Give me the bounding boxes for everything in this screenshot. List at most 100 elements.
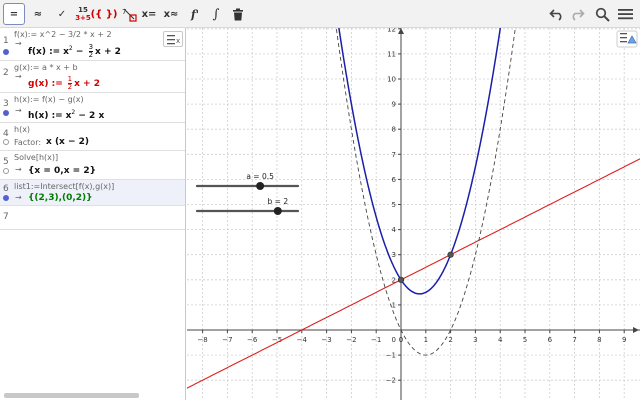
arrow-icon: →	[15, 72, 22, 81]
graphics-style-button[interactable]	[616, 30, 638, 48]
graphics-view[interactable]: −8 −7 −6 −5 −4 −3 −2 −1 0 1 2 3 4 5 6 7 8 9 −2 −1 1 2 3 4 5 6 7 8 9 1…	[187, 28, 640, 400]
integral-button[interactable]: ∫	[205, 3, 227, 25]
row-output: {(2,3),(0,2)}	[28, 193, 93, 203]
y-tick-label: 5	[392, 201, 396, 209]
row-number: 4	[3, 129, 9, 139]
search-button[interactable]	[591, 3, 613, 25]
redo-icon	[572, 9, 585, 21]
menu-button[interactable]	[614, 3, 636, 25]
keep-input-button[interactable]: 7	[118, 3, 140, 25]
visibility-toggle[interactable]	[3, 168, 9, 174]
derivative-button[interactable]: f'	[184, 3, 206, 25]
axes	[187, 28, 640, 400]
equals-icon: =	[9, 8, 19, 20]
slider-knob[interactable]	[256, 182, 265, 190]
row-input[interactable]: Solve[h(x)]	[14, 153, 58, 162]
sliders[interactable]: a = 0.5 b = 2	[195, 172, 300, 215]
delete-button[interactable]	[227, 3, 249, 25]
undo-button[interactable]	[546, 3, 568, 25]
graphics-canvas[interactable]: −8 −7 −6 −5 −4 −3 −2 −1 0 1 2 3 4 5 6 7 8 9−2−11234567891…	[187, 28, 640, 400]
intersection-point	[397, 276, 405, 283]
x-tick-label: 5	[523, 336, 527, 344]
x-axis-arrow	[633, 327, 639, 333]
undo-icon	[549, 9, 562, 21]
x-tick-label: −2	[346, 336, 356, 344]
curve-f	[338, 28, 502, 295]
algebra-input-row[interactable]: 7	[0, 206, 185, 230]
numeric-bottom: 3+5	[75, 14, 91, 22]
algebra-row-5[interactable]: 5 Solve[h(x)] → {x = 0,x = 2}	[0, 151, 185, 180]
slider-b[interactable]: b = 2	[195, 197, 300, 215]
visibility-toggle[interactable]	[3, 49, 9, 55]
x-tick-label: −7	[222, 336, 232, 344]
visibility-toggle[interactable]	[3, 195, 9, 201]
solve-button[interactable]: x=	[138, 3, 160, 25]
row-number: 7	[3, 212, 9, 222]
checkmark-icon: ✓	[57, 8, 67, 20]
output-tail: − 2 x	[75, 111, 105, 121]
slider-a[interactable]: a = 0.5	[195, 172, 300, 190]
x-tick-label: −8	[197, 336, 207, 344]
horizontal-scrollbar[interactable]	[4, 393, 139, 398]
row-output: {x = 0,x = 2}	[28, 166, 96, 176]
integral-icon: ∫	[212, 6, 220, 22]
row-input[interactable]: h(x):= f(x) − g(x)	[14, 95, 84, 104]
toolbar: = ≈ ✓ 15 3+5 ({ }) 7 x= x≈ f' ∫	[0, 0, 640, 28]
algebra-row-2[interactable]: 2 g(x):= a * x + b → g(x) := 12x + 2	[0, 61, 185, 93]
x-tick-label: 1	[424, 336, 428, 344]
braces-icon: ({ })	[90, 8, 118, 20]
algebra-view: x 1 f(x):= x^2 − 3/2 * x + 2 → f(x) := x…	[0, 28, 186, 400]
row-number: 1	[3, 36, 9, 46]
keep-input-icon: 7	[122, 8, 137, 22]
y-tick-label: 3	[392, 251, 396, 259]
row-number: 6	[3, 184, 9, 194]
slider-knob[interactable]	[273, 207, 282, 215]
output-value: {(2,3),(0,2)}	[28, 193, 93, 203]
x-tick-label: 2	[448, 336, 452, 344]
visibility-toggle[interactable]	[3, 139, 9, 145]
substitute-button[interactable]: ({ })	[90, 3, 118, 25]
intersection-point	[447, 251, 454, 258]
row-output: g(x) := 12x + 2	[28, 76, 100, 91]
row-output: f(x) := x2 − 32x + 2	[28, 44, 121, 59]
nsolve-button[interactable]: x≈	[160, 3, 182, 25]
factor-label: Factor:	[14, 138, 42, 147]
redo-button[interactable]	[566, 3, 588, 25]
slider-label: a = 0.5	[246, 172, 274, 181]
row-input[interactable]: list1:=Intersect[f(x),g(x)]	[14, 182, 114, 191]
grid	[187, 28, 640, 400]
solve-icon: x=	[141, 8, 157, 20]
algebra-row-6[interactable]: 6 list1:=Intersect[f(x),g(x)] → {(2,3),(…	[0, 180, 185, 206]
slider-label: b = 2	[268, 197, 289, 206]
fraction-denominator: 2	[88, 51, 94, 59]
trash-icon	[233, 8, 243, 20]
x-tick-label: 8	[597, 336, 601, 344]
algebra-row-3[interactable]: 3 h(x):= f(x) − g(x) → h(x) := x2 − 2 x	[0, 93, 185, 123]
output-tail: x + 2	[74, 79, 100, 89]
fraction-denominator: 2	[67, 83, 73, 91]
y-tick-label: −1	[386, 352, 396, 360]
curve-g	[187, 158, 640, 389]
row-number: 3	[3, 99, 9, 109]
row-input[interactable]: g(x):= a * x + b	[14, 63, 78, 72]
y-tick-label: −2	[386, 377, 396, 385]
y-tick-label: 1	[392, 301, 396, 309]
algebra-row-1[interactable]: 1 f(x):= x^2 − 3/2 * x + 2 → f(x) := x2 …	[0, 28, 185, 61]
algebra-row-4[interactable]: 4 h(x) Factor: x (x − 2)	[0, 123, 185, 151]
algebra-equals-button[interactable]: =	[3, 3, 25, 25]
arrow-icon: →	[15, 106, 22, 115]
derivative-icon: f'	[190, 7, 200, 21]
row-input[interactable]: f(x):= x^2 − 3/2 * x + 2	[14, 30, 112, 39]
output-name: g(x) :=	[28, 79, 63, 89]
check-button[interactable]: ✓	[51, 3, 73, 25]
approx-button[interactable]: ≈	[27, 3, 49, 25]
x-tick-label: 6	[548, 336, 553, 344]
numeric-top: 15	[78, 6, 88, 14]
row-input[interactable]: h(x)	[14, 125, 30, 134]
output-value: x (x − 2)	[46, 137, 90, 147]
search-icon	[595, 7, 610, 22]
visibility-toggle[interactable]	[3, 110, 9, 116]
x-tick-label: −1	[371, 336, 381, 344]
y-tick-label: 10	[387, 76, 396, 84]
output-fraction: 12	[67, 76, 73, 91]
